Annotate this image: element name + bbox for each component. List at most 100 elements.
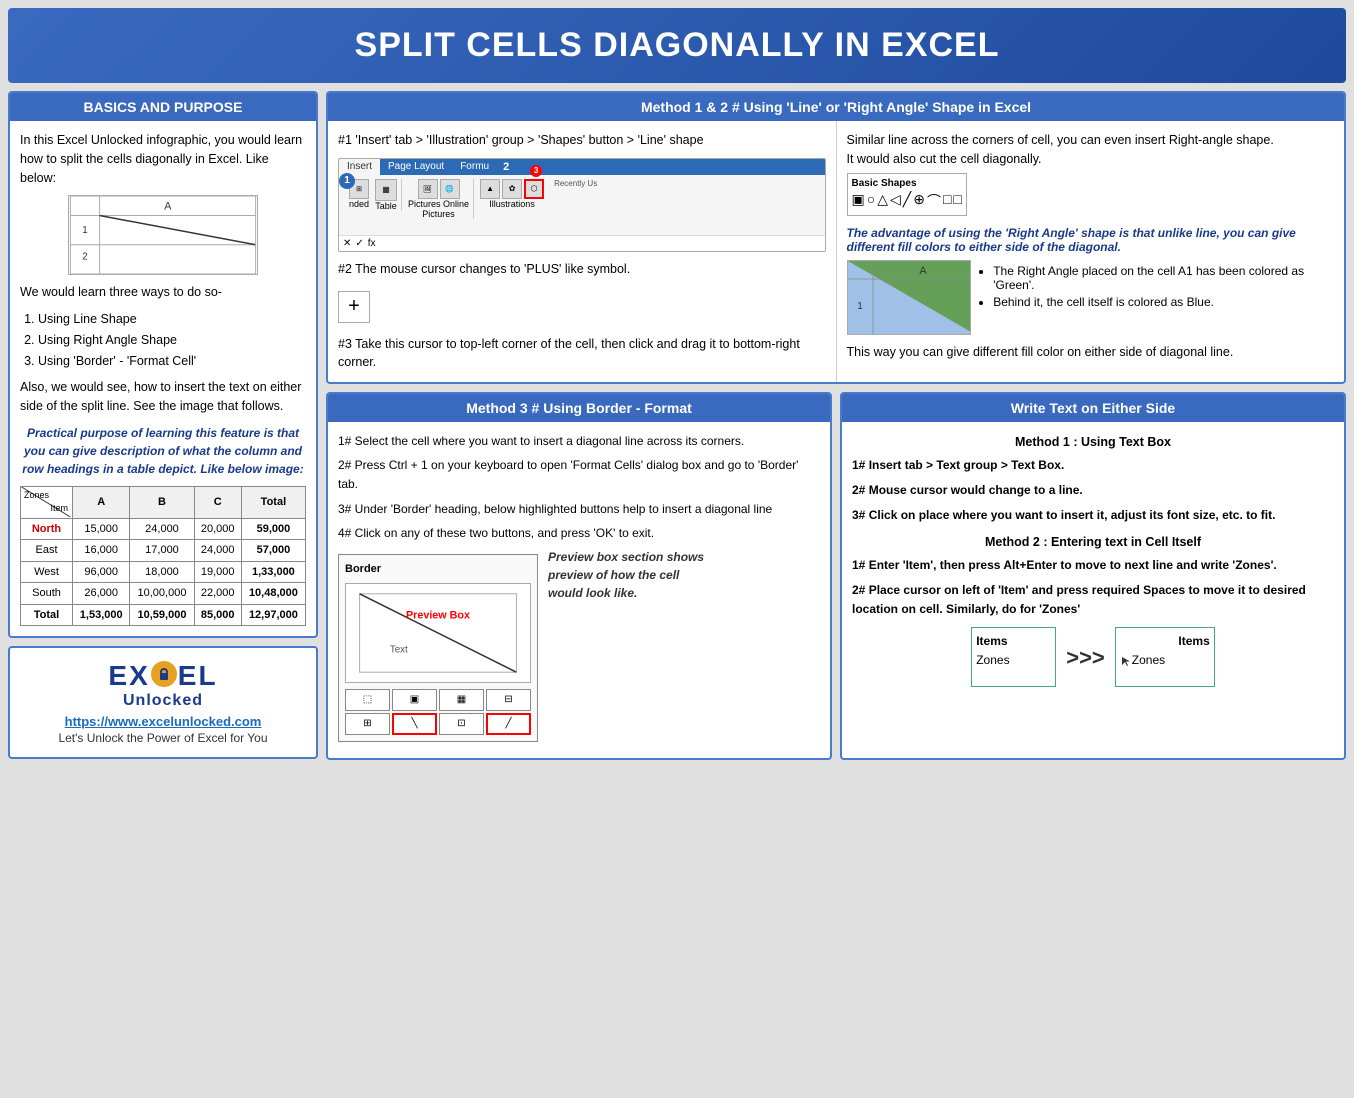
basic-shapes-box: Basic Shapes ▣ ○ △ ◁ ╱ ⊕ ⌒ □ □ xyxy=(847,173,967,216)
content-area: BASICS AND PURPOSE In this Excel Unlocke… xyxy=(8,91,1346,760)
cell-total-total: 12,97,000 xyxy=(241,604,305,626)
cell-w-b: 18,000 xyxy=(130,561,194,583)
border-btn-3[interactable]: ▦ xyxy=(439,689,484,711)
badge-3-icon: 3 xyxy=(530,165,542,177)
border-btn-6-red[interactable]: ╲ xyxy=(392,713,437,735)
logo-area: EX EL Unlocked https://www.excelunlocked… xyxy=(8,646,318,759)
svg-text:A: A xyxy=(164,201,172,213)
colored-cell-row: A 1 The Right Angle placed on the cell A… xyxy=(847,260,1335,335)
bs-icon-4: ◁ xyxy=(890,191,901,211)
bs-icon-5: ╱ xyxy=(903,191,911,211)
bs-icon-3: △ xyxy=(877,191,888,211)
border-dialog: Border Preview Box xyxy=(338,554,538,742)
border-btn-1[interactable]: ⬚ xyxy=(345,689,390,711)
border-btn-7[interactable]: ⊡ xyxy=(439,713,484,735)
zones-label-2: Zones xyxy=(1132,651,1165,670)
border-btn-4[interactable]: ⊟ xyxy=(486,689,531,711)
ribbon-label-pictures: Pictures Online xyxy=(408,199,469,209)
left-column: BASICS AND PURPOSE In this Excel Unlocke… xyxy=(8,91,318,760)
step2-text: #2 The mouse cursor changes to 'PLUS' li… xyxy=(338,260,826,279)
logo-url[interactable]: https://www.excelunlocked.com xyxy=(22,714,304,729)
svg-text:Text: Text xyxy=(390,644,408,655)
write-text-box: Write Text on Either Side Method 1 : Usi… xyxy=(840,392,1346,760)
ribbon-mockup: Insert Page Layout Formu 2 1 xyxy=(338,158,826,252)
main-title: SPLIT CELLS DIAGONALLY IN EXCEL xyxy=(8,8,1346,83)
items-zones-demo: Items Zones >>> Items Zones xyxy=(852,627,1334,687)
table-row: North 15,000 24,000 20,000 59,000 xyxy=(21,518,306,540)
m3-step4: 4# Click on any of these two buttons, an… xyxy=(338,524,820,543)
cell-south: South xyxy=(21,583,73,605)
col-total: Total xyxy=(241,486,305,518)
step3-text: #3 Take this cursor to top-left corner o… xyxy=(338,335,826,373)
cell-w-total: 1,33,000 xyxy=(241,561,305,583)
write-text-header: Write Text on Either Side xyxy=(842,394,1344,422)
colored-cell-demo: A 1 xyxy=(847,260,972,335)
diagonal-header-cell: Item Zones xyxy=(21,486,73,518)
list-item-2: Using Right Angle Shape xyxy=(38,331,306,350)
basics-header: BASICS AND PURPOSE xyxy=(10,93,316,121)
colored-cell-svg: A 1 xyxy=(848,261,972,335)
bs-icon-6: ⊕ xyxy=(913,191,925,211)
arrow-symbol: >>> xyxy=(1066,640,1105,675)
items-zones-cell-1: Items Zones xyxy=(971,627,1056,687)
basics-intro: We would learn three ways to do so- xyxy=(20,283,306,302)
italic-advantage: The advantage of using the 'Right Angle'… xyxy=(847,226,1335,254)
wt-m2-step1: 1# Enter 'Item', then press Alt+Enter to… xyxy=(852,556,1334,575)
zones-row-2: Zones xyxy=(1120,651,1210,670)
method12-header: Method 1 & 2 # Using 'Line' or 'Right An… xyxy=(328,93,1344,121)
bs-icon-1: ▣ xyxy=(852,191,865,211)
cell-total-a: 1,53,000 xyxy=(73,604,130,626)
step1-text: #1 'Insert' tab > 'Illustration' group >… xyxy=(338,131,826,150)
diagonal-demo-svg: A 1 2 xyxy=(69,196,257,274)
ribbon-group-pictures: 🖼 🌐 Pictures Online Pictures xyxy=(408,179,474,219)
preview-caption: Preview box section shows preview of how… xyxy=(548,548,708,602)
border-btn-5[interactable]: ⊞ xyxy=(345,713,390,735)
wt-m1-s1-text: Insert tab > Text group > Text Box. xyxy=(869,458,1065,472)
cell-e-b: 17,000 xyxy=(130,540,194,562)
wt-m1-step3: 3# Click on place where you want to inse… xyxy=(852,506,1334,525)
cell-total-c: 85,000 xyxy=(194,604,241,626)
method3-content: 1# Select the cell where you want to ins… xyxy=(328,422,830,758)
wt-m1-s2-bold: 2# xyxy=(852,483,865,497)
method12-box: Method 1 & 2 # Using 'Line' or 'Right An… xyxy=(326,91,1346,384)
ribbon-icon-pic: 🖼 xyxy=(418,179,438,199)
basics-p1: In this Excel Unlocked infographic, you … xyxy=(20,131,306,187)
method12-right: Similar line across the corners of cell,… xyxy=(837,121,1345,382)
ribbon-icon-sm: ✿ xyxy=(502,179,522,199)
ribbon-icon-online-pic: 🌐 xyxy=(440,179,460,199)
ribbon-icon-table: ▦ xyxy=(375,179,397,201)
bs-icon-9: □ xyxy=(953,191,961,211)
table-row: Total 1,53,000 10,59,000 85,000 12,97,00… xyxy=(21,604,306,626)
ribbon-label-pictures2: Pictures xyxy=(422,209,455,219)
plus-symbol-row: + xyxy=(338,285,826,329)
method3-header: Method 3 # Using Border - Format xyxy=(328,394,830,422)
list-item-1: Using Line Shape xyxy=(38,310,306,329)
svg-text:2: 2 xyxy=(82,252,87,263)
wt-m1-step1: 1# Insert tab > Text group > Text Box. xyxy=(852,456,1334,475)
items-label-2: Items xyxy=(1120,632,1210,651)
wt-m1-s3-bold: 3# xyxy=(852,508,865,522)
basics-content: In this Excel Unlocked infographic, you … xyxy=(10,121,316,636)
ribbon-tabs: Insert Page Layout Formu 2 xyxy=(339,159,825,175)
lock-svg xyxy=(151,661,177,687)
diagonal-cell-demo: A 1 2 xyxy=(68,195,258,275)
formula-x: ✕ xyxy=(343,238,351,249)
page-wrapper: SPLIT CELLS DIAGONALLY IN EXCEL BASICS A… xyxy=(0,0,1354,768)
m3-step2: 2# Press Ctrl + 1 on your keyboard to op… xyxy=(338,456,820,494)
border-btn-2[interactable]: ▣ xyxy=(392,689,437,711)
cell-s-b: 10,00,000 xyxy=(130,583,194,605)
col-c: C xyxy=(194,486,241,518)
bottom-row: Method 3 # Using Border - Format 1# Sele… xyxy=(326,392,1346,760)
wt-m1-s2-text: Mouse cursor would change to a line. xyxy=(869,483,1083,497)
table-row: East 16,000 17,000 24,000 57,000 xyxy=(21,540,306,562)
svg-text:1: 1 xyxy=(82,225,87,236)
cell-w-a: 96,000 xyxy=(73,561,130,583)
ribbon-icons-pic-row: 🖼 🌐 xyxy=(418,179,460,199)
example-table: Item Zones A B C Total North 15,000 xyxy=(20,486,306,627)
wt-m2-s2-text: Place cursor on left of 'Item' and press… xyxy=(852,583,1306,616)
ribbon-tab-pagelayout[interactable]: Page Layout xyxy=(380,159,452,175)
ribbon-tab-formu[interactable]: Formu xyxy=(452,159,497,175)
border-btn-8-red[interactable]: ╱ xyxy=(486,713,531,735)
bs-icon-7: ⌒ xyxy=(927,191,941,211)
logo-lock-icon xyxy=(151,661,177,687)
